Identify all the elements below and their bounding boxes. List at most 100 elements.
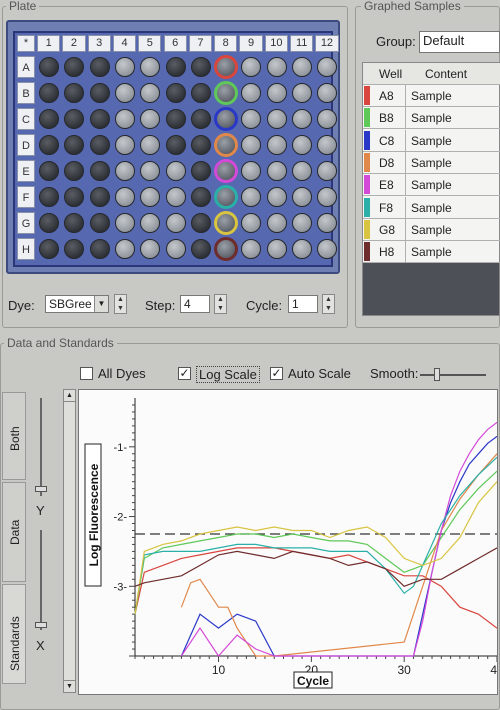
plate-col-header[interactable]: 10 — [264, 35, 288, 52]
plate-well[interactable] — [241, 57, 262, 77]
table-row[interactable]: H8 Sample — [363, 241, 500, 264]
plate-well[interactable] — [89, 187, 110, 207]
spin-down-icon[interactable]: ▼ — [215, 304, 226, 313]
table-row[interactable]: A8 Sample — [363, 85, 500, 107]
plate-col-header[interactable]: 11 — [290, 35, 314, 52]
plate-well[interactable] — [317, 239, 338, 259]
spin-up-icon[interactable]: ▲ — [323, 295, 334, 304]
plate-well[interactable] — [241, 83, 262, 103]
plate-well[interactable] — [140, 57, 161, 77]
spin-down-icon[interactable]: ▼ — [323, 304, 334, 313]
group-select[interactable]: Default — [419, 31, 500, 53]
tab-standards[interactable]: Standards — [2, 584, 26, 684]
plate-col-header[interactable]: 2 — [62, 35, 86, 52]
chevron-down-icon[interactable]: ▼ — [94, 296, 108, 312]
plate-col-header[interactable]: 1 — [37, 35, 61, 52]
plate-well[interactable] — [241, 239, 262, 259]
plate-row-header[interactable]: F — [17, 186, 35, 208]
scroll-up-icon[interactable]: ▲ — [64, 390, 75, 402]
plate-well[interactable] — [114, 83, 135, 103]
plate-well[interactable] — [64, 187, 85, 207]
plate-well[interactable] — [241, 109, 262, 129]
plate-well[interactable] — [114, 187, 135, 207]
plate-well[interactable] — [64, 239, 85, 259]
plate-well[interactable] — [64, 109, 85, 129]
plate-well[interactable] — [140, 239, 161, 259]
plate-well[interactable] — [292, 109, 312, 129]
tab-both[interactable]: Both — [2, 392, 26, 480]
plate-well[interactable] — [241, 213, 262, 233]
plate-well[interactable] — [292, 161, 312, 181]
plate-well[interactable] — [190, 161, 211, 181]
plate-well[interactable] — [64, 83, 85, 103]
plate-well[interactable] — [241, 135, 262, 155]
x-zoom-slider[interactable] — [35, 530, 47, 630]
plate-well[interactable] — [64, 213, 85, 233]
x-zoom-thumb[interactable] — [35, 622, 47, 628]
table-row[interactable]: F8 Sample — [363, 196, 500, 219]
auto-scale-checkbox[interactable]: ✓ — [270, 367, 283, 380]
plate-well[interactable] — [241, 161, 262, 181]
plate-well[interactable] — [64, 161, 85, 181]
table-row[interactable]: E8 Sample — [363, 174, 500, 197]
y-zoom-thumb[interactable] — [35, 486, 47, 492]
plate-row-header[interactable]: B — [17, 82, 35, 104]
plate-col-header[interactable]: 6 — [163, 35, 187, 52]
table-row[interactable]: D8 Sample — [363, 151, 500, 174]
table-row[interactable]: G8 Sample — [363, 218, 500, 241]
plate-well[interactable] — [214, 237, 239, 261]
plate-well[interactable] — [89, 135, 110, 155]
plate-well[interactable] — [165, 161, 186, 181]
plate-well[interactable] — [214, 133, 239, 157]
plate-well[interactable] — [292, 57, 312, 77]
plate-well[interactable] — [214, 159, 239, 183]
plate-col-header[interactable]: 7 — [188, 35, 213, 52]
plate-well[interactable] — [89, 109, 110, 129]
plate-well[interactable] — [114, 109, 135, 129]
log-scale-checkbox[interactable]: ✓ — [178, 367, 191, 380]
plate-well[interactable] — [89, 239, 110, 259]
plate-well[interactable] — [292, 239, 312, 259]
plate-well[interactable] — [317, 109, 338, 129]
plate-well[interactable] — [190, 135, 211, 155]
plate-well[interactable] — [165, 83, 186, 103]
plate-well[interactable] — [165, 239, 186, 259]
plate-row-header[interactable]: C — [17, 108, 35, 130]
plate-well[interactable] — [165, 187, 186, 207]
plate-well[interactable] — [64, 135, 85, 155]
plate-well[interactable] — [317, 161, 338, 181]
plate-well[interactable] — [165, 135, 186, 155]
plate-well[interactable] — [64, 57, 85, 77]
tab-data[interactable]: Data — [2, 482, 26, 582]
plate-col-header[interactable]: 5 — [138, 35, 162, 52]
plate-well[interactable] — [214, 81, 239, 105]
table-row[interactable]: B8 Sample — [363, 107, 500, 130]
plate-well[interactable] — [266, 83, 287, 103]
vertical-scrollbar[interactable]: ▲ ▼ — [63, 389, 76, 693]
plate-well[interactable] — [39, 213, 59, 233]
plate-well[interactable] — [165, 57, 186, 77]
plate-well[interactable] — [292, 135, 312, 155]
plate-well[interactable] — [266, 57, 287, 77]
plate-well[interactable] — [190, 109, 211, 129]
plate-well[interactable] — [292, 83, 312, 103]
plate-well[interactable] — [317, 213, 338, 233]
dye-select[interactable]: SBGree ▼ — [45, 295, 109, 313]
plate-well[interactable] — [266, 109, 287, 129]
y-zoom-slider[interactable] — [35, 398, 47, 496]
cycle-spinner[interactable]: ▲ ▼ — [322, 294, 335, 314]
plate-well[interactable] — [114, 57, 135, 77]
all-dyes-checkbox[interactable] — [80, 367, 93, 380]
spin-up-icon[interactable]: ▲ — [215, 295, 226, 304]
step-field[interactable]: 4 — [180, 295, 210, 313]
plate-well[interactable] — [39, 135, 59, 155]
plate-well[interactable] — [317, 187, 338, 207]
plate-well[interactable] — [140, 161, 161, 181]
table-row[interactable]: C8 Sample — [363, 129, 500, 152]
plate-well[interactable] — [165, 213, 186, 233]
plate-well[interactable] — [140, 213, 161, 233]
spin-down-icon[interactable]: ▼ — [115, 304, 126, 313]
plate-row-header[interactable]: E — [17, 160, 35, 182]
plate-well[interactable] — [266, 135, 287, 155]
plate-well[interactable] — [140, 109, 161, 129]
